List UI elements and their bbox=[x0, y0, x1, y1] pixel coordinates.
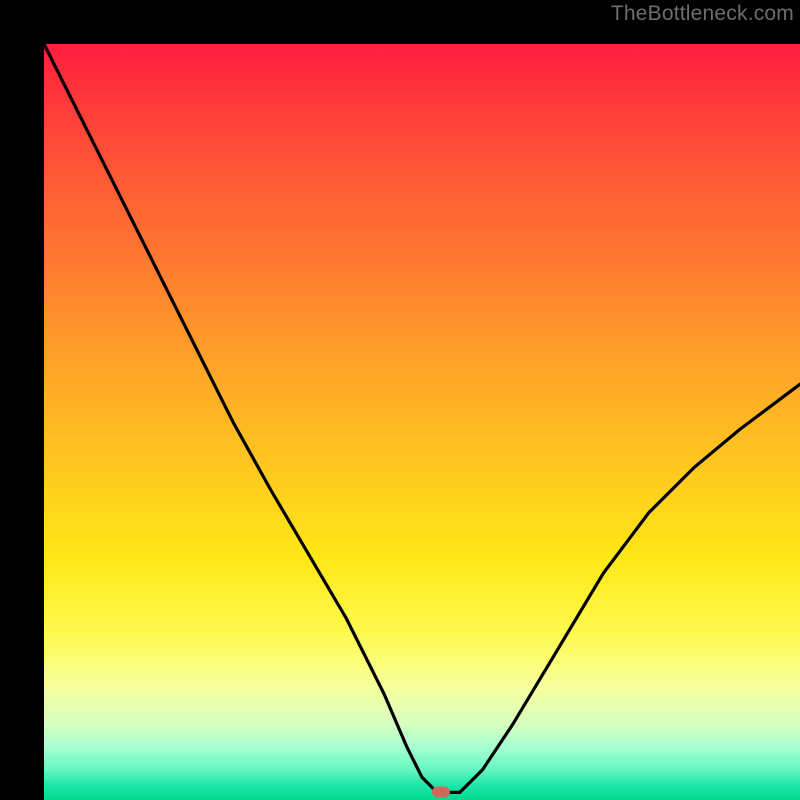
watermark-text: TheBottleneck.com bbox=[611, 2, 794, 26]
plot-area bbox=[44, 44, 800, 800]
optimal-point-marker bbox=[432, 787, 450, 798]
bottleneck-curve bbox=[44, 44, 800, 800]
chart-frame bbox=[0, 0, 800, 800]
